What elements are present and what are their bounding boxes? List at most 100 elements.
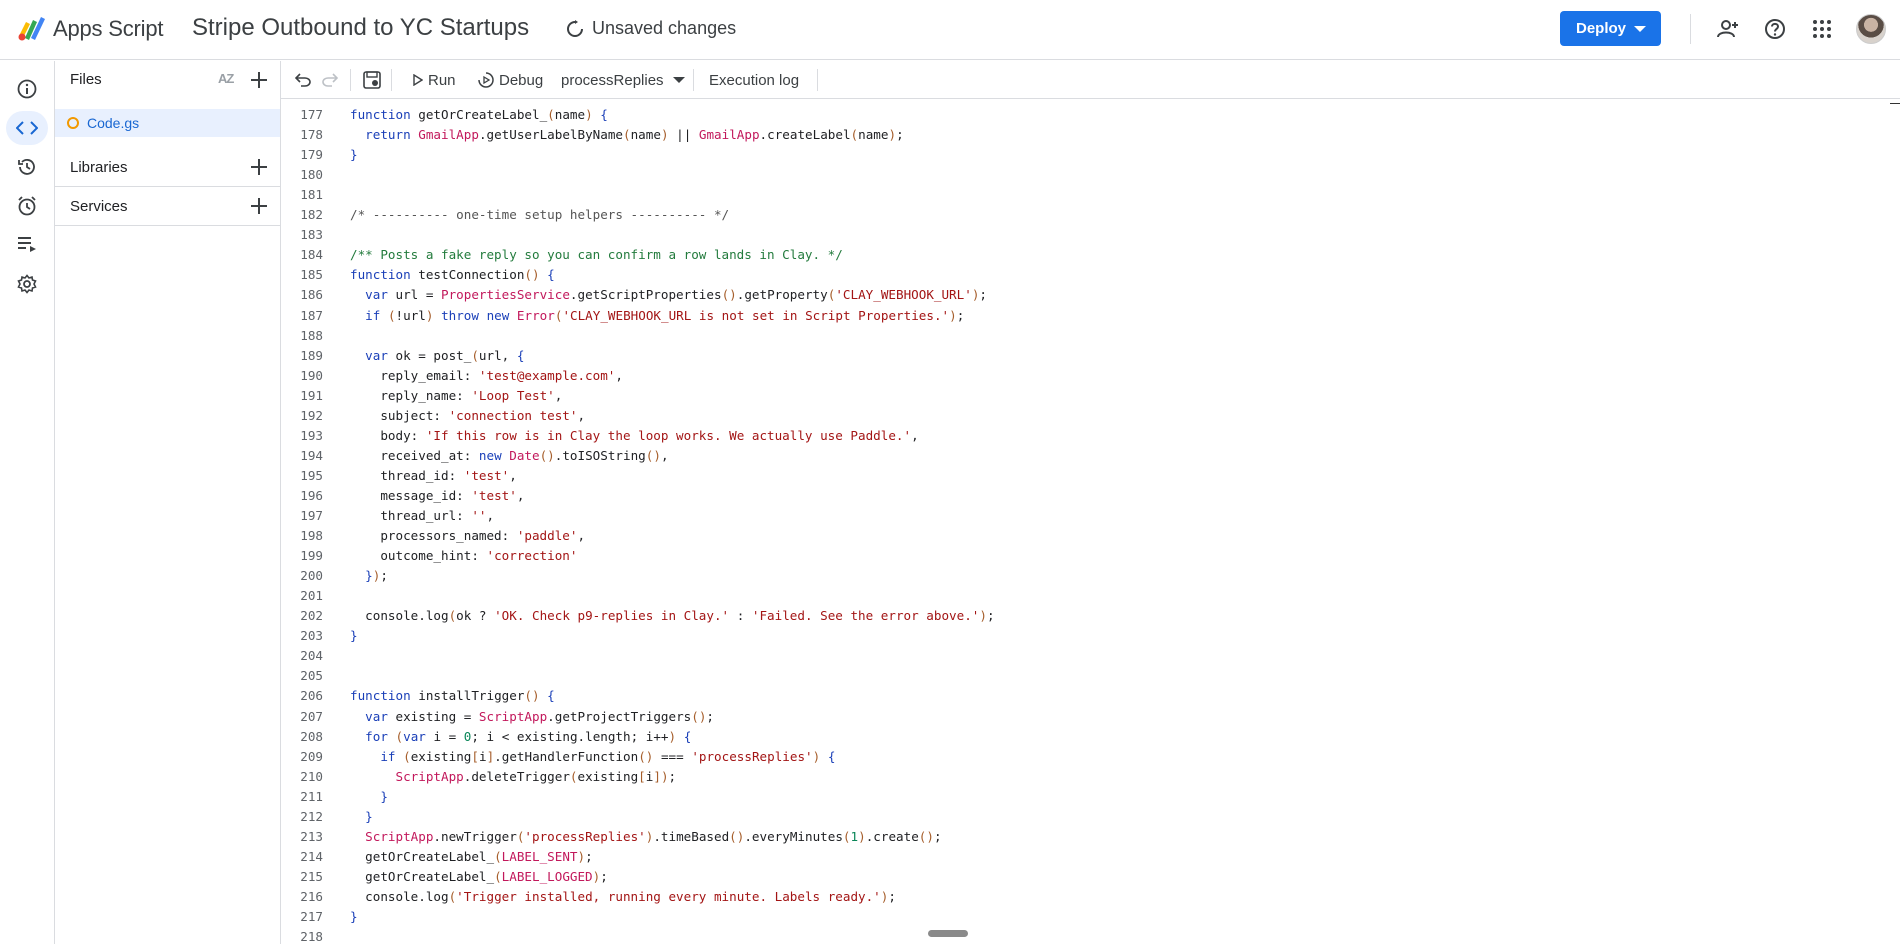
code-line[interactable]: 210 ScriptApp.deleteTrigger(existing[i])… bbox=[281, 767, 1781, 787]
redo-icon[interactable] bbox=[322, 61, 338, 99]
code-line[interactable]: 212 } bbox=[281, 807, 1781, 827]
code-line[interactable]: 178 return GmailApp.getUserLabelByName(n… bbox=[281, 125, 1781, 145]
save-icon[interactable] bbox=[363, 61, 381, 99]
code-text[interactable]: function testConnection() { bbox=[350, 265, 555, 285]
code-text[interactable]: function getOrCreateLabel_(name) { bbox=[350, 105, 608, 125]
code-line[interactable]: 189 var ok = post_(url, { bbox=[281, 346, 1781, 366]
add-person-icon[interactable] bbox=[1715, 16, 1741, 42]
code-line[interactable]: 202 console.log(ok ? 'OK. Check p9-repli… bbox=[281, 606, 1781, 626]
code-text[interactable]: } bbox=[350, 626, 358, 646]
code-text[interactable]: } bbox=[350, 787, 388, 807]
code-line[interactable]: 200 }); bbox=[281, 566, 1781, 586]
code-line[interactable]: 194 received_at: new Date().toISOString(… bbox=[281, 446, 1781, 466]
overview-icon[interactable] bbox=[6, 72, 48, 106]
add-library-icon[interactable] bbox=[251, 159, 267, 175]
code-text[interactable]: if (existing[i].getHandlerFunction() ===… bbox=[350, 747, 835, 767]
add-file-icon[interactable] bbox=[251, 72, 267, 88]
code-line[interactable]: 213 ScriptApp.newTrigger('processReplies… bbox=[281, 827, 1781, 847]
code-line[interactable]: 206 function installTrigger() { bbox=[281, 686, 1781, 706]
code-text[interactable]: function installTrigger() { bbox=[350, 686, 555, 706]
code-text[interactable]: reply_email: 'test@example.com', bbox=[350, 366, 623, 386]
code-editor[interactable]: 177 function getOrCreateLabel_(name) {178… bbox=[281, 100, 1900, 944]
help-icon[interactable] bbox=[1762, 16, 1788, 42]
avatar[interactable] bbox=[1856, 14, 1886, 44]
code-text[interactable]: thread_url: '', bbox=[350, 506, 494, 526]
sort-az-icon[interactable]: AZ bbox=[218, 71, 234, 86]
undo-icon[interactable] bbox=[295, 61, 311, 99]
function-select[interactable]: processReplies bbox=[561, 61, 685, 99]
code-text[interactable]: body: 'If this row is in Clay the loop w… bbox=[350, 426, 918, 446]
deploy-button[interactable]: Deploy bbox=[1560, 11, 1661, 46]
code-text[interactable]: getOrCreateLabel_(LABEL_LOGGED); bbox=[350, 867, 608, 887]
libraries-section[interactable]: Libraries bbox=[55, 148, 280, 187]
code-line[interactable]: 187 if (!url) throw new Error('CLAY_WEBH… bbox=[281, 306, 1781, 326]
code-text[interactable]: subject: 'connection test', bbox=[350, 406, 585, 426]
code-line[interactable]: 204 bbox=[281, 646, 1781, 666]
code-text[interactable]: var url = PropertiesService.getScriptPro… bbox=[350, 285, 987, 305]
code-text[interactable]: outcome_hint: 'correction' bbox=[350, 546, 577, 566]
code-line[interactable]: 217} bbox=[281, 907, 1781, 927]
add-service-icon[interactable] bbox=[251, 198, 267, 214]
code-line[interactable]: 180 bbox=[281, 165, 1781, 185]
triggers-icon[interactable] bbox=[6, 189, 48, 223]
code-text[interactable]: ScriptApp.newTrigger('processReplies').t… bbox=[350, 827, 941, 847]
code-text[interactable]: for (var i = 0; i < existing.length; i++… bbox=[350, 727, 691, 747]
code-text[interactable]: } bbox=[350, 145, 358, 165]
code-text[interactable]: return GmailApp.getUserLabelByName(name)… bbox=[350, 125, 904, 145]
code-text[interactable]: } bbox=[350, 807, 373, 827]
run-button[interactable]: Run bbox=[413, 61, 456, 99]
code-line[interactable]: 181 bbox=[281, 185, 1781, 205]
code-line[interactable]: 179} bbox=[281, 145, 1781, 165]
code-line[interactable]: 184 /** Posts a fake reply so you can con… bbox=[281, 245, 1781, 265]
code-line[interactable]: 192 subject: 'connection test', bbox=[281, 406, 1781, 426]
code-line[interactable]: 208 for (var i = 0; i < existing.length;… bbox=[281, 727, 1781, 747]
code-text[interactable]: var existing = ScriptApp.getProjectTrigg… bbox=[350, 707, 714, 727]
code-text[interactable]: var ok = post_(url, { bbox=[350, 346, 524, 366]
code-line[interactable]: 201 bbox=[281, 586, 1781, 606]
code-text[interactable]: }); bbox=[350, 566, 388, 586]
code-line[interactable]: 183 bbox=[281, 225, 1781, 245]
code-line[interactable]: 198 processors_named: 'paddle', bbox=[281, 526, 1781, 546]
code-text[interactable]: /** Posts a fake reply so you can confir… bbox=[350, 245, 843, 265]
code-line[interactable]: 186 var url = PropertiesService.getScrip… bbox=[281, 285, 1781, 305]
code-line[interactable]: 177 function getOrCreateLabel_(name) { bbox=[281, 105, 1781, 125]
settings-icon[interactable] bbox=[6, 267, 48, 301]
services-section[interactable]: Services bbox=[55, 187, 280, 226]
code-line[interactable]: 185 function testConnection() { bbox=[281, 265, 1781, 285]
apps-grid-icon[interactable] bbox=[1809, 16, 1835, 42]
resize-handle[interactable] bbox=[928, 930, 968, 937]
code-line[interactable]: 190 reply_email: 'test@example.com', bbox=[281, 366, 1781, 386]
code-text[interactable]: if (!url) throw new Error('CLAY_WEBHOOK_… bbox=[350, 306, 964, 326]
apps-script-logo[interactable] bbox=[16, 14, 48, 42]
execution-log-button[interactable]: Execution log bbox=[709, 61, 799, 99]
code-text[interactable]: /* ---------- one-time setup helpers ---… bbox=[350, 205, 729, 225]
history-icon[interactable] bbox=[6, 150, 48, 184]
code-text[interactable]: thread_id: 'test', bbox=[350, 466, 517, 486]
editor-icon[interactable] bbox=[6, 111, 48, 145]
code-line[interactable]: 203} bbox=[281, 626, 1781, 646]
code-text[interactable]: message_id: 'test', bbox=[350, 486, 524, 506]
code-line[interactable]: 209 if (existing[i].getHandlerFunction()… bbox=[281, 747, 1781, 767]
code-line[interactable]: 195 thread_id: 'test', bbox=[281, 466, 1781, 486]
code-line[interactable]: 214 getOrCreateLabel_(LABEL_SENT); bbox=[281, 847, 1781, 867]
debug-button[interactable]: Debug bbox=[478, 61, 543, 99]
code-line[interactable]: 218 bbox=[281, 927, 1781, 944]
code-line[interactable]: 199 outcome_hint: 'correction' bbox=[281, 546, 1781, 566]
project-title[interactable]: Stripe Outbound to YC Startups bbox=[192, 14, 529, 42]
file-item-code-gs[interactable]: Code.gs bbox=[55, 109, 280, 137]
code-line[interactable]: 196 message_id: 'test', bbox=[281, 486, 1781, 506]
code-text[interactable]: getOrCreateLabel_(LABEL_SENT); bbox=[350, 847, 593, 867]
code-text[interactable]: console.log('Trigger installed, running … bbox=[350, 887, 896, 907]
code-line[interactable]: 216 console.log('Trigger installed, runn… bbox=[281, 887, 1781, 907]
code-line[interactable]: 205 bbox=[281, 666, 1781, 686]
code-text[interactable]: processors_named: 'paddle', bbox=[350, 526, 585, 546]
code-line[interactable]: 188 bbox=[281, 326, 1781, 346]
code-line[interactable]: 197 thread_url: '', bbox=[281, 506, 1781, 526]
chevron-down-icon[interactable] bbox=[1634, 25, 1646, 32]
code-text[interactable]: console.log(ok ? 'OK. Check p9-replies i… bbox=[350, 606, 994, 626]
code-line[interactable]: 193 body: 'If this row is in Clay the lo… bbox=[281, 426, 1781, 446]
app-name[interactable]: Apps Script bbox=[53, 16, 163, 42]
code-text[interactable]: reply_name: 'Loop Test', bbox=[350, 386, 562, 406]
executions-icon[interactable] bbox=[6, 228, 48, 262]
code-text[interactable]: ScriptApp.deleteTrigger(existing[i]); bbox=[350, 767, 677, 787]
